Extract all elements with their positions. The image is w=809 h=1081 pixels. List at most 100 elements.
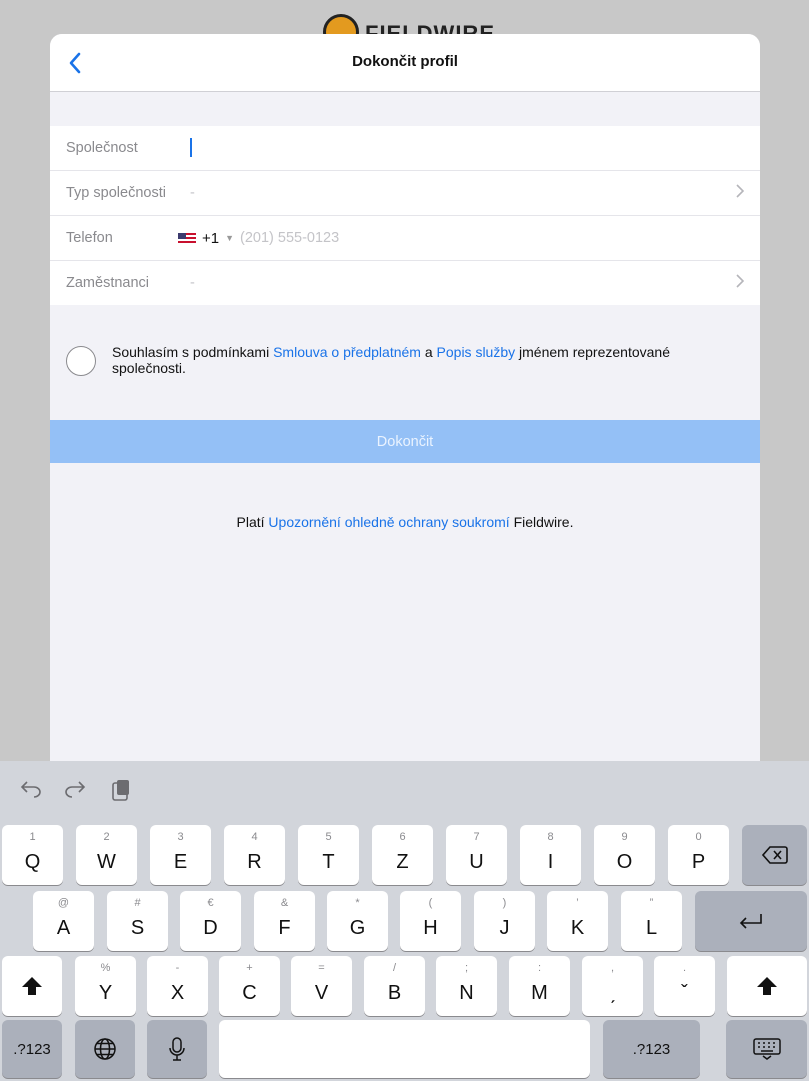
key-alt-label: % [100, 962, 111, 974]
key-label: H [423, 916, 438, 939]
company-type-value: - [190, 185, 195, 201]
key-n[interactable]: ; N [436, 956, 497, 1016]
privacy-notice-link[interactable]: Upozornění ohledně ochrany soukromí [268, 514, 509, 530]
us-flag-icon[interactable] [178, 232, 196, 244]
agree-radio-button[interactable] [66, 346, 96, 376]
key-s[interactable]: # S [107, 891, 168, 951]
key-alt-label: ; [464, 962, 469, 974]
key-h[interactable]: (H [400, 891, 461, 951]
key-alt-label: : [537, 962, 542, 974]
shift-key-right[interactable] [727, 956, 807, 1016]
service-description-link[interactable]: Popis služby [437, 344, 516, 360]
key-r[interactable]: 4R [224, 825, 285, 885]
key-alt-label: / [392, 962, 397, 974]
key-y[interactable]: % Y [75, 956, 136, 1016]
key-q[interactable]: 1Q [2, 825, 63, 885]
key-e[interactable]: 3E [150, 825, 211, 885]
phone-field[interactable]: Telefon +1 ▼ (201) 555-0123 [50, 216, 760, 261]
key-alt-label: ” [649, 897, 654, 909]
key-z[interactable]: 6Z [372, 825, 433, 885]
undo-icon[interactable] [20, 778, 42, 804]
key-label: P [691, 850, 706, 873]
key-l[interactable]: ” L [621, 891, 682, 951]
key-alt-label: 8 [547, 831, 554, 843]
return-icon [739, 914, 762, 929]
agreement-text-start: Souhlasím s podmínkami [112, 344, 274, 360]
key-m[interactable]: :M [509, 956, 570, 1016]
key-alt-label: 2 [103, 831, 110, 843]
backspace-key[interactable] [742, 825, 807, 885]
microphone-key[interactable] [147, 1020, 207, 1078]
key-label: O [616, 850, 633, 873]
key-w[interactable]: 2W [76, 825, 137, 885]
fieldwire-logo: FIELDWIRE [0, 10, 809, 36]
paste-icon[interactable] [110, 778, 132, 808]
key-t[interactable]: 5T [298, 825, 359, 885]
key-u[interactable]: 7U [446, 825, 507, 885]
key-b[interactable]: / B [364, 956, 425, 1016]
key-alt-label: 4 [251, 831, 258, 843]
key-label: T [322, 850, 335, 873]
key-a[interactable]: @ A [33, 891, 94, 951]
key-label: D [203, 916, 218, 939]
globe-key[interactable] [75, 1020, 135, 1078]
key-alt-label: ) [502, 897, 507, 909]
return-key[interactable] [695, 891, 807, 951]
numbers-key-left[interactable]: .?123 [2, 1020, 62, 1078]
key-alt-label: + [246, 962, 253, 974]
key-label: C [242, 981, 257, 1004]
key-d[interactable]: € D [180, 891, 241, 951]
key-label: M [531, 981, 548, 1004]
key-label: L [645, 916, 658, 939]
key-c[interactable]: + C [219, 956, 280, 1016]
company-type-field[interactable]: Typ společnosti - [50, 171, 760, 216]
key-p[interactable]: 0P [668, 825, 729, 885]
key-v[interactable]: = V [291, 956, 352, 1016]
key-label: J [499, 916, 510, 939]
key-period[interactable]: .ˇ [654, 956, 715, 1016]
key-label: A [56, 916, 71, 939]
key-comma[interactable]: ,ˏ [582, 956, 643, 1016]
key-k[interactable]: ’ K [547, 891, 608, 951]
key-label: U [469, 850, 484, 873]
subscription-agreement-link[interactable]: Smlouva o předplatném [273, 344, 421, 360]
key-x[interactable]: -X [147, 956, 208, 1016]
numbers-key-right[interactable]: .?123 [603, 1020, 700, 1078]
navbar: Dokončit profil [50, 34, 760, 92]
key-alt-label: - [175, 962, 180, 974]
country-code[interactable]: +1 [202, 230, 219, 247]
key-i[interactable]: 8I [520, 825, 581, 885]
key-alt-label: = [318, 962, 325, 974]
phone-label: Telefon [66, 230, 113, 246]
shift-icon [757, 977, 777, 995]
key-alt-label: ( [428, 897, 433, 909]
caret-down-icon[interactable]: ▼ [225, 233, 234, 243]
globe-icon [94, 1038, 116, 1060]
key-g[interactable]: * G [327, 891, 388, 951]
backspace-icon [761, 846, 788, 864]
chevron-right-icon [736, 273, 745, 293]
key-label: Y [98, 981, 113, 1004]
key-f[interactable]: & F [254, 891, 315, 951]
shift-icon [22, 977, 42, 995]
employees-field[interactable]: Zaměstnanci - [50, 261, 760, 305]
key-alt-label: 6 [399, 831, 406, 843]
chevron-right-icon [736, 183, 745, 203]
complete-profile-modal: Dokončit profil Společnost Typ společnos… [50, 34, 760, 794]
key-j[interactable]: ) J [474, 891, 535, 951]
key-label: ˏ [609, 981, 616, 1004]
key-label: X [170, 981, 185, 1004]
privacy-text-end: Fieldwire. [509, 514, 574, 530]
company-field[interactable]: Společnost [50, 126, 760, 171]
shift-key[interactable] [2, 956, 62, 1016]
submit-button[interactable]: Dokončit [50, 420, 760, 463]
hide-keyboard-key[interactable] [726, 1020, 807, 1078]
key-label: .?123 [632, 1040, 671, 1058]
key-alt-label: 0 [695, 831, 702, 843]
employees-value: - [190, 275, 195, 291]
key-o[interactable]: 9O [594, 825, 655, 885]
space-key[interactable] [219, 1020, 590, 1078]
agreement-text-mid: a [420, 344, 437, 360]
redo-icon[interactable] [64, 778, 86, 804]
phone-placeholder: (201) 555-0123 [240, 230, 340, 246]
